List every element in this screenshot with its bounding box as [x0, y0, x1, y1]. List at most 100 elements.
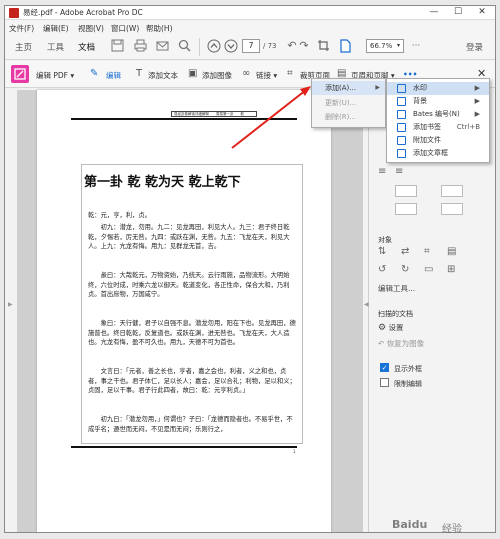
chevron-down-icon: ▾: [396, 42, 400, 49]
menu-item-attach-file[interactable]: 附加文件: [387, 134, 489, 147]
rotate-ccw-icon[interactable]: ↺: [378, 264, 386, 276]
chevron-right-icon: ▶: [474, 110, 480, 118]
toolbar-divider: [199, 38, 200, 56]
flip-vertical-icon[interactable]: ⇅: [378, 246, 386, 258]
settings-button[interactable]: ⚙ 设置: [378, 322, 403, 333]
minimize-button[interactable]: —: [423, 6, 445, 20]
paragraph: 初九曰：「潜龙勿用，」何谓也？子曰：「龙德而隐者也。不易乎世，不成乎名；遯世而无…: [88, 416, 293, 433]
menu-item-remove[interactable]: 删除(R)...: [312, 110, 385, 124]
show-bbox-checkbox[interactable]: ✓: [380, 363, 389, 372]
line-spacing-select[interactable]: [395, 185, 417, 197]
align-center-icon[interactable]: ≡: [395, 166, 403, 178]
restrict-edit-checkbox[interactable]: [380, 378, 389, 387]
add-image-button[interactable]: 添加图像: [202, 70, 232, 81]
edit-pdf-dropdown[interactable]: 编辑 PDF ▾: [36, 70, 74, 81]
menu-item-background[interactable]: 背景 ▶: [387, 95, 489, 108]
menu-label: 水印: [413, 84, 427, 92]
menu-help[interactable]: 帮助(H): [146, 23, 173, 34]
edit-tools-dropdown[interactable]: 编辑工具...: [378, 283, 415, 294]
menu-edit[interactable]: 编辑(E): [43, 23, 69, 34]
gear-icon: ⚙: [378, 323, 387, 333]
more-tools-icon[interactable]: ···: [409, 39, 423, 53]
add-text-button[interactable]: 添加文本: [148, 70, 178, 81]
document-icon[interactable]: [338, 39, 352, 53]
menu-item-watermark[interactable]: 水印 ▶: [387, 82, 489, 95]
tab-tools[interactable]: 工具: [47, 41, 64, 53]
add-submenu: 水印 ▶ 背景 ▶ Bates 编号(N) ▶ 添加书签 Ctrl+B 附加文件 添加文…: [386, 78, 490, 163]
menu-label: 删除(R)...: [325, 113, 357, 121]
menu-item-bookmark[interactable]: 添加书签 Ctrl+B: [387, 121, 489, 134]
tab-home[interactable]: 主页: [15, 41, 32, 53]
paragraph-spacing-select[interactable]: [441, 185, 463, 197]
background-icon: [397, 97, 406, 106]
maximize-button[interactable]: ☐: [447, 6, 469, 20]
menu-item-bates[interactable]: Bates 编号(N) ▶: [387, 108, 489, 121]
header-rule: [71, 118, 297, 120]
scanned-docs-label: 扫描的文档: [378, 310, 413, 318]
settings-label: 设置: [388, 323, 404, 332]
page-number-label: 1: [293, 449, 296, 454]
align-objects-icon[interactable]: ⊞: [447, 264, 455, 276]
chevron-right-icon: ▶: [474, 97, 480, 105]
menu-item-add[interactable]: 添加(A)... ▶: [312, 81, 385, 95]
add-image-icon: ▣: [188, 68, 198, 79]
menu-label: 更新(U)...: [325, 99, 357, 107]
page-up-icon[interactable]: [207, 39, 221, 53]
tab-document[interactable]: 文档: [78, 41, 95, 53]
menu-window[interactable]: 窗口(W): [111, 23, 139, 34]
main-toolbar: 主页 工具 文档 7 / 73 ↶ ↷ 66.7% ▾ ··· 登录: [5, 34, 495, 60]
replace-image-icon[interactable]: ▭: [424, 264, 433, 276]
crop-object-icon[interactable]: ⌗: [424, 246, 430, 258]
restore-image-button[interactable]: ↶ 恢复为图像: [378, 338, 424, 349]
restore-label: 恢复为图像: [386, 339, 425, 348]
watermark-icon: [397, 84, 406, 93]
document-viewport[interactable]: 易经卦象解读详细解释 周易第一卦 乾 第一卦 乾 乾为天 乾上乾下 乾：元，亨，…: [17, 90, 363, 532]
save-icon[interactable]: [110, 39, 124, 53]
objects-section-label: 对象: [378, 236, 392, 244]
edit-button[interactable]: 编辑: [106, 70, 121, 81]
menu-file[interactable]: 文件(F): [9, 23, 34, 34]
left-panel-toggle-icon[interactable]: ▶: [8, 301, 14, 308]
char-scale-select[interactable]: [395, 203, 417, 215]
menu-view[interactable]: 视图(V): [78, 23, 104, 34]
rotate-cw-icon[interactable]: ↻: [401, 264, 409, 276]
paragraph: 彖曰：大哉乾元，万物资始，乃统天。云行雨施，品物流形。大明始终，六位时成，时乘六…: [88, 272, 290, 299]
login-button[interactable]: 登录: [466, 41, 483, 53]
close-button[interactable]: ✕: [471, 6, 493, 20]
search-icon[interactable]: [177, 39, 191, 53]
menu-label: 添加(A)...: [325, 84, 356, 92]
baidu-watermark-logo: Baidu 经验: [388, 516, 496, 535]
char-spacing-select[interactable]: [441, 203, 463, 215]
print-icon[interactable]: [133, 39, 147, 53]
pdf-page: 易经卦象解读详细解释 周易第一卦 乾 第一卦 乾 乾为天 乾上乾下 乾：元，亨，…: [37, 90, 331, 532]
menu-label: 背景: [413, 97, 427, 105]
running-header: 易经卦象解读详细解释 周易第一卦 乾: [171, 111, 257, 117]
crop-pages-icon: ⌗: [287, 68, 293, 79]
window-title: 易经.pdf - Adobe Acrobat Pro DC: [23, 8, 143, 17]
menu-item-update[interactable]: 更新(U)...: [312, 96, 385, 110]
right-panel-toggle-icon[interactable]: ◀: [364, 301, 370, 308]
link-dropdown[interactable]: 链接 ▾: [256, 70, 277, 81]
arrange-icon[interactable]: ▤: [447, 246, 456, 258]
paperclip-icon: [397, 136, 406, 145]
zoom-select[interactable]: 66.7% ▾: [366, 39, 404, 53]
watermark-brand: Baidu: [392, 518, 428, 531]
paragraph: 乾：元，亨，利，贞。: [88, 212, 151, 219]
paragraph: 文言曰：「元者，善之长也，亨者，嘉之会也，利者，义之和也，贞者，事之干也。君子体…: [88, 368, 296, 395]
restore-icon: ↶: [378, 339, 385, 348]
link-icon: ∞: [242, 68, 251, 79]
chevron-right-icon: ▶: [375, 84, 380, 91]
crop-tool-icon[interactable]: [316, 39, 330, 53]
page-down-icon[interactable]: [224, 39, 238, 53]
email-icon[interactable]: [155, 39, 169, 53]
edit-pdf-tool-icon: [11, 65, 29, 83]
rotate-right-icon[interactable]: ↷: [297, 39, 311, 53]
align-left-icon[interactable]: ≡: [378, 166, 386, 178]
title-bar: 易经.pdf - Adobe Acrobat Pro DC — ☐ ✕: [5, 6, 495, 20]
menu-item-article-box[interactable]: 添加文章框: [387, 147, 489, 160]
paragraph: 初九：潜龙，勿用。九二：见龙再田，利见大人。九三：君子终日乾乾，夕惕若，厉无咎。…: [88, 224, 290, 251]
bookmark-icon: [397, 123, 406, 132]
page-content-box[interactable]: 第一卦 乾 乾为天 乾上乾下 乾：元，亨，利，贞。 初九：潜龙，勿用。九二：见龙…: [81, 164, 303, 444]
flip-horizontal-icon[interactable]: ⇄: [401, 246, 409, 258]
page-number-input[interactable]: 7: [242, 39, 260, 53]
